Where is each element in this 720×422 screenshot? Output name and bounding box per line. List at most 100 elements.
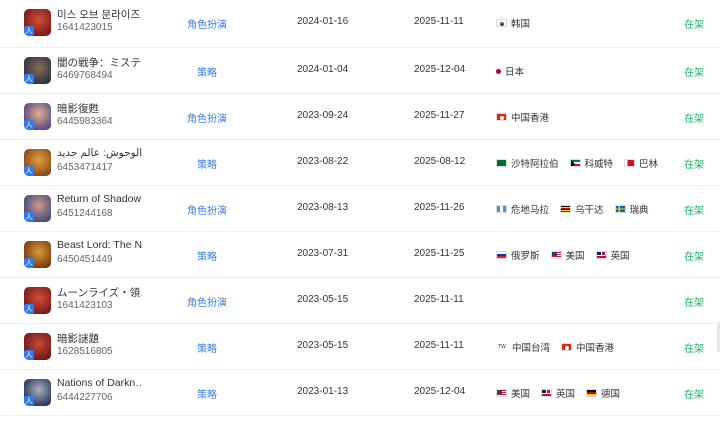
release-date: 2024-01-16 (297, 16, 349, 27)
region-item: 中国香港 (561, 340, 614, 354)
app-icon[interactable]: 人 (24, 57, 51, 84)
app-name[interactable]: ムーンライズ・領… (57, 285, 142, 300)
region-item: 乌干达 (560, 202, 604, 216)
flag-us-icon (550, 251, 562, 259)
update-date: 2025-11-25 (414, 248, 465, 259)
flag-kr-icon (496, 19, 507, 27)
table-row[interactable]: 人 暗影復甦 6445983364 角色扮演 2023-09-24 2025-11-27 中… (0, 94, 720, 140)
app-table: 人 미스 오브 문라이즈 1641423015 角色扮演 2024-01-16 2025-… (0, 0, 720, 416)
app-id: 1641423015 (57, 22, 113, 33)
category-link[interactable]: 策略 (172, 340, 242, 355)
app-name[interactable]: 暗影復甦 (57, 101, 99, 116)
region-list: 俄罗斯 美国 英国 (496, 248, 630, 262)
update-date: 2025-11-11 (414, 294, 464, 305)
app-name[interactable]: 미스 오브 문라이즈 (57, 7, 140, 22)
category-link[interactable]: 角色扮演 (172, 202, 242, 217)
category-link[interactable]: 角色扮演 (172, 110, 242, 125)
flag-tw-icon: TW (498, 343, 506, 350)
region-item: 沙特阿拉伯 (496, 156, 559, 170)
region-item: 瑞典 (614, 202, 649, 216)
flag-ru-icon (496, 251, 507, 259)
app-icon[interactable]: 人 (24, 379, 51, 406)
category-link[interactable]: 策略 (172, 156, 242, 171)
status-label: 在架 (684, 20, 704, 31)
region-list: TW 中国台湾 中国香港 (496, 340, 614, 354)
region-label: 乌干达 (575, 205, 604, 216)
region-label: 日本 (505, 67, 525, 78)
category-link[interactable]: 角色扮演 (172, 16, 242, 31)
app-name[interactable]: سيد الوحوش: عالم جديد (57, 147, 142, 159)
release-date: 2023-01-13 (297, 386, 349, 397)
release-date: 2023-05-15 (297, 294, 349, 305)
app-icon[interactable]: 人 (24, 9, 51, 36)
flag-bh-icon (624, 159, 636, 167)
app-name[interactable]: 暗影謎題 (57, 331, 99, 346)
region-label: 英国 (610, 251, 630, 262)
region-list: 中国香港 (496, 110, 549, 124)
region-label: 巴林 (639, 159, 659, 170)
app-icon[interactable]: 人 (24, 287, 51, 314)
app-icon[interactable]: 人 (24, 241, 51, 268)
update-date: 2025-12-04 (414, 64, 466, 75)
table-row[interactable]: 人 ムーンライズ・領… 1641423103 角色扮演 2023-05-15 2025-1… (0, 278, 720, 324)
flag-us-icon (496, 389, 507, 397)
table-row[interactable]: 人 Return of Shadow 6451244168 角色扮演 2023-08-1… (0, 186, 720, 232)
status-label: 在架 (684, 344, 704, 355)
app-badge-icon: 人 (24, 396, 34, 406)
category-link[interactable]: 策略 (172, 248, 242, 263)
app-icon[interactable]: 人 (24, 103, 51, 130)
region-item: 美国 (550, 248, 585, 262)
table-row[interactable]: 人 Nations of Darkn… 6444227706 策略 2023-01-13… (0, 370, 720, 416)
update-date: 2025-11-27 (414, 110, 465, 121)
table-row[interactable]: 人 미스 오브 문라이즈 1641423015 角色扮演 2024-01-16 2025-… (0, 0, 720, 48)
flag-gt-icon (496, 205, 507, 213)
region-list: 日本 (496, 64, 524, 78)
app-name[interactable]: 闇の戦争：ミステ… (57, 55, 142, 70)
region-label: 科威特 (584, 159, 614, 170)
region-item: 日本 (496, 64, 524, 78)
app-badge-icon: 人 (24, 350, 34, 360)
region-list: 沙特阿拉伯 科威特 巴林 (496, 156, 658, 170)
release-date: 2023-08-13 (297, 202, 349, 213)
region-label: 美国 (565, 251, 585, 262)
release-date: 2024-01-04 (297, 64, 349, 75)
region-label: 沙特阿拉伯 (511, 159, 559, 170)
table-row[interactable]: 人 سيد الوحوش: عالم جديد 6453471417 策略 2023-0… (0, 140, 720, 186)
flag-de-icon (586, 389, 598, 397)
update-date: 2025-11-11 (414, 340, 464, 351)
update-date: 2025-11-26 (414, 202, 465, 213)
release-date: 2023-09-24 (297, 110, 349, 121)
category-link[interactable]: 策略 (172, 64, 242, 79)
table-row[interactable]: 人 暗影謎題 1628516805 策略 2023-05-15 2025-11-11 TW 中… (0, 324, 720, 370)
app-icon[interactable]: 人 (24, 195, 51, 222)
region-label: 韩国 (511, 19, 531, 30)
region-item: 中国香港 (496, 110, 549, 124)
table-row[interactable]: 人 Beast Lord: The N… 6450451449 策略 2023-07-3… (0, 232, 720, 278)
table-row[interactable]: 人 闇の戦争：ミステ…6469768494 策略 2024-01-04 2025-12-… (0, 48, 720, 94)
app-icon[interactable]: 人 (24, 333, 51, 360)
app-name[interactable]: Nations of Darkn… (57, 377, 142, 389)
app-badge-icon: 人 (24, 212, 34, 222)
flag-sa-icon (496, 159, 507, 167)
category-link[interactable]: 角色扮演 (172, 294, 242, 309)
region-item: 俄罗斯 (496, 248, 540, 262)
status-label: 在架 (684, 68, 704, 79)
flag-kw-icon (569, 159, 581, 167)
release-date: 2023-07-31 (297, 248, 349, 259)
app-id: 6451244168 (57, 208, 113, 219)
app-icon[interactable]: 人 (24, 149, 51, 176)
status-label: 在架 (684, 206, 704, 217)
app-badge-icon: 人 (24, 304, 34, 314)
update-date: 2025-11-11 (414, 16, 464, 27)
flag-gb-icon (541, 389, 553, 397)
flag-hk-icon (496, 113, 507, 121)
status-label: 在架 (684, 390, 704, 401)
region-item: 德国 (586, 386, 620, 400)
region-label: 瑞典 (629, 205, 649, 216)
app-name[interactable]: Return of Shadow (57, 193, 141, 205)
app-id: 6450451449 (57, 254, 113, 265)
app-id: 6453471417 (57, 162, 113, 173)
region-label: 危地马拉 (511, 205, 550, 216)
category-link[interactable]: 策略 (172, 386, 242, 401)
app-name[interactable]: Beast Lord: The N… (57, 239, 142, 251)
